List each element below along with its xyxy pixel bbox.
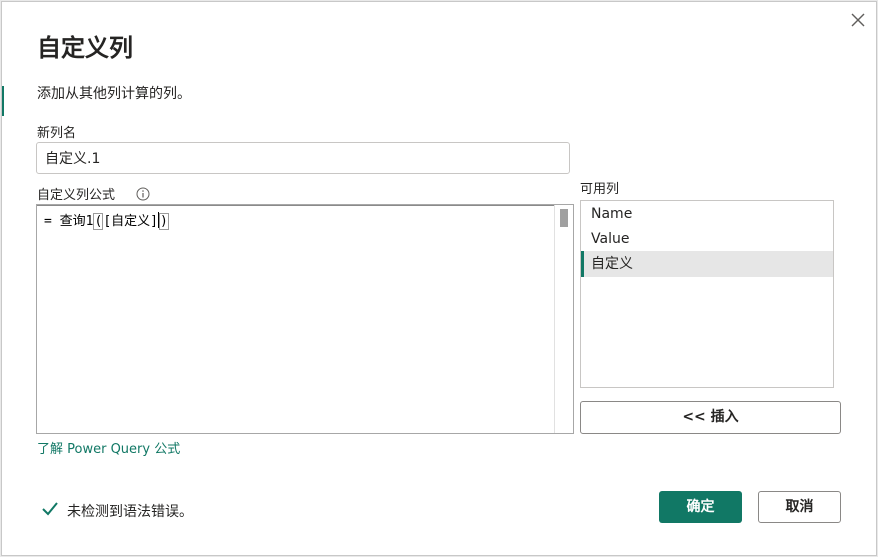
info-icon[interactable] [136,186,150,201]
cancel-button[interactable]: 取消 [758,491,841,523]
formula-label: 自定义列公式 [37,188,116,203]
check-icon [41,501,59,521]
close-icon[interactable] [848,10,868,30]
new-column-name-label: 新列名 [37,126,77,141]
formula-close-paren: ) [158,213,169,230]
column-item-name[interactable]: Name [581,201,833,227]
ok-button[interactable]: 确定 [659,491,742,523]
dialog-title: 自定义列 [37,34,133,62]
insert-button[interactable]: << 插入 [580,401,841,434]
formula-text[interactable]: = 查询1([自定义]) [44,210,169,230]
formula-prefix: = 查询1 [44,214,94,229]
dialog-subtitle: 添加从其他列计算的列。 [37,86,191,102]
formula-editor-top-border [37,205,573,206]
new-column-name-input[interactable] [36,142,570,174]
focus-accent-bar [2,86,4,116]
available-columns-label: 可用列 [580,182,620,197]
formula-scrollbar-thumb[interactable] [560,209,568,227]
syntax-status: 未检测到语法错误。 [41,501,193,521]
formula-body: [自定义] [103,214,158,229]
formula-open-paren: ( [93,213,104,230]
available-columns-list: Name Value 自定义 [580,200,834,388]
syntax-status-text: 未检测到语法错误。 [67,504,193,520]
learn-power-query-link[interactable]: 了解 Power Query 公式 [37,438,180,457]
formula-editor[interactable]: = 查询1([自定义]) [36,204,574,434]
custom-column-dialog: 自定义列 添加从其他列计算的列。 新列名 自定义列公式 = 查询1([自定义])… [1,1,877,556]
column-item-custom[interactable]: 自定义 [581,251,833,277]
formula-scrollbar[interactable] [554,205,573,433]
column-item-value[interactable]: Value [581,226,833,252]
